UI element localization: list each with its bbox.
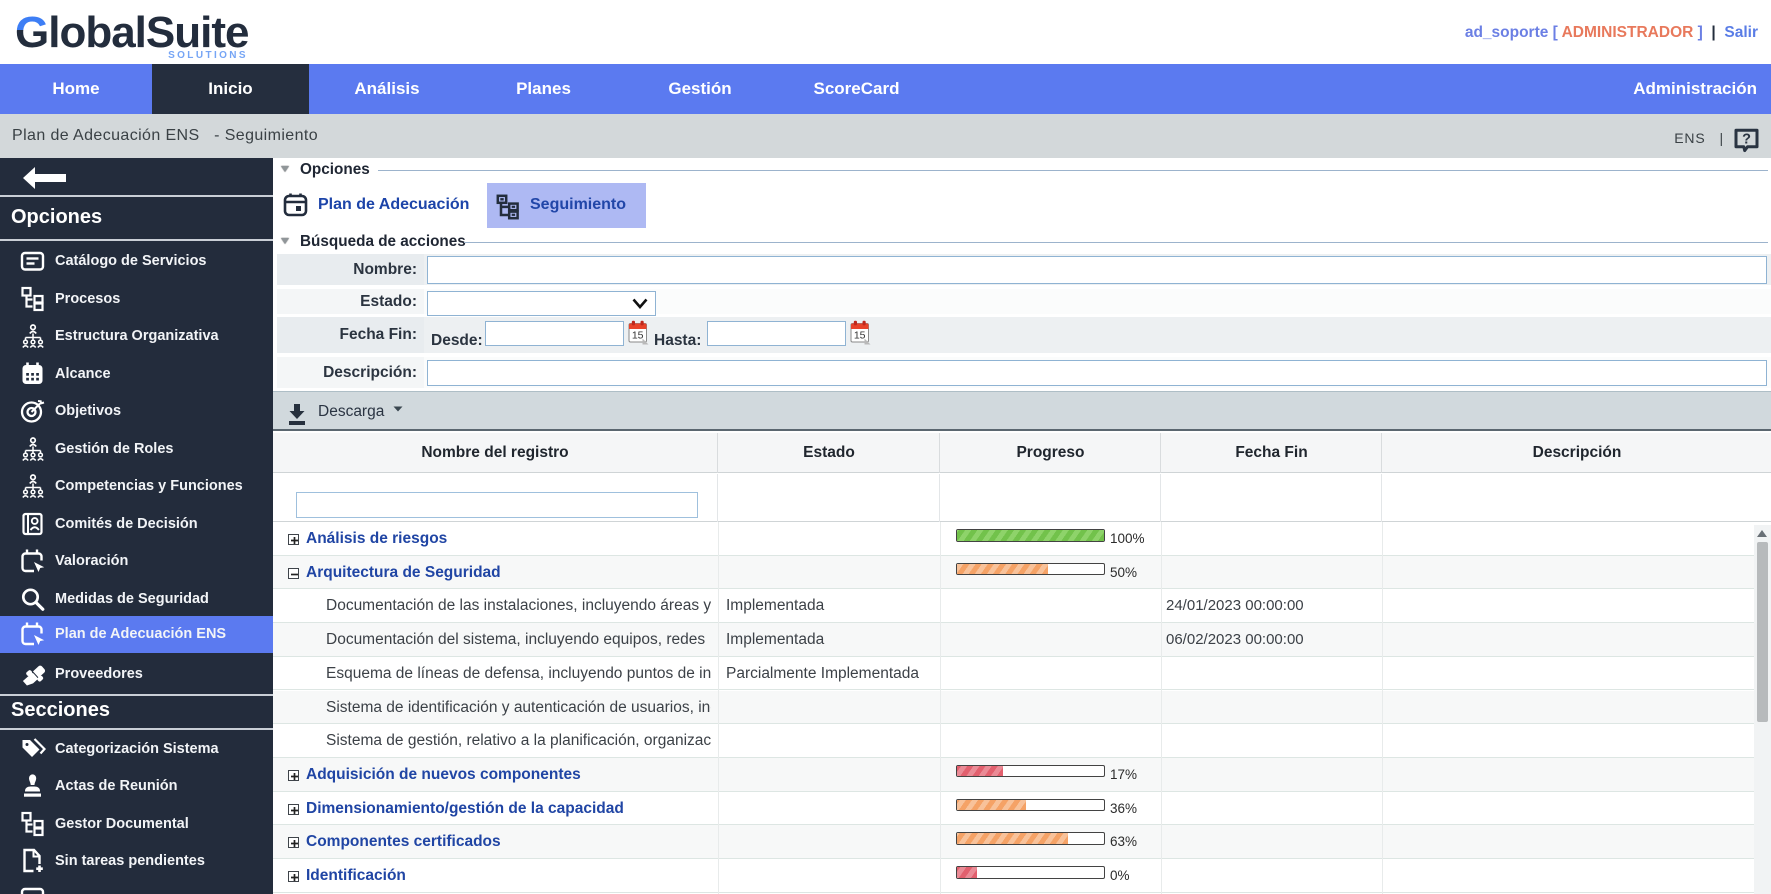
svg-text:?: ? bbox=[1742, 132, 1751, 148]
svg-text:15: 15 bbox=[854, 330, 866, 342]
svg-text:15: 15 bbox=[632, 330, 644, 342]
